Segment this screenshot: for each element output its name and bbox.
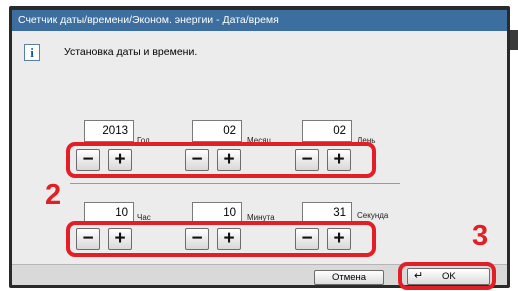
month-increment-button[interactable]: +: [217, 149, 241, 171]
step-2-callout: 2: [45, 179, 62, 211]
minute-increment-button[interactable]: +: [217, 228, 241, 250]
info-icon: i: [24, 44, 40, 61]
second-increment-button[interactable]: +: [327, 228, 351, 250]
cancel-button[interactable]: Отмена: [314, 270, 384, 285]
month-value[interactable]: 02: [192, 120, 242, 142]
minute-decrement-button[interactable]: −: [185, 228, 209, 250]
year-decrement-button[interactable]: −: [76, 149, 100, 171]
year-increment-button[interactable]: +: [108, 149, 132, 171]
enter-icon: ↵: [414, 270, 424, 282]
ok-button[interactable]: ↵ OK: [407, 268, 490, 285]
second-decrement-button[interactable]: −: [295, 228, 319, 250]
window-title: Счетчик даты/времени/Эконом. энергии - Д…: [12, 10, 507, 31]
month-decrement-button[interactable]: −: [185, 149, 209, 171]
hour-increment-button[interactable]: +: [108, 228, 132, 250]
instruction-text: Установка даты и времени.: [64, 46, 198, 58]
year-value[interactable]: 2013: [84, 120, 134, 142]
section-divider: [70, 183, 400, 184]
day-decrement-button[interactable]: −: [295, 149, 319, 171]
day-increment-button[interactable]: +: [327, 149, 351, 171]
second-unit-label: Секунда: [357, 211, 389, 220]
window-edge: [510, 30, 518, 50]
hour-decrement-button[interactable]: −: [76, 228, 100, 250]
day-value[interactable]: 02: [302, 120, 352, 142]
ok-button-label: OK: [442, 271, 456, 282]
step-3-callout: 3: [472, 220, 489, 252]
